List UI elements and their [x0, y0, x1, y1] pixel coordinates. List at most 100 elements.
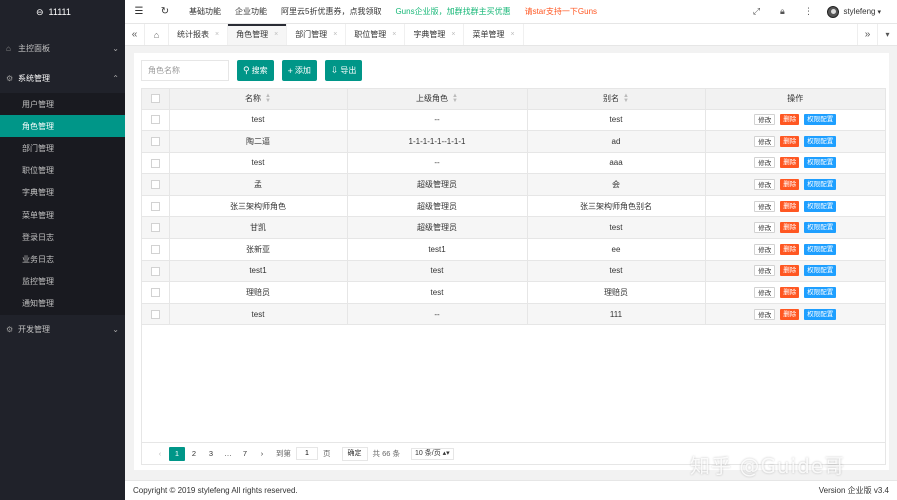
refresh-icon[interactable]: ↻ [155, 6, 175, 17]
table-row[interactable]: test1 test test 修改 删除 权限配置 [142, 260, 885, 283]
sidebar-item-notice[interactable]: 通知管理 [0, 293, 125, 315]
home-tab-icon[interactable]: ⌂ [145, 24, 169, 45]
sort-icon[interactable]: ▲ ▼ [623, 93, 629, 104]
sidebar-item-roles[interactable]: 角色管理 [0, 115, 125, 138]
sidebar-item-menus[interactable]: 菜单管理 [0, 204, 125, 226]
nav-aliyun-coupon[interactable]: 阿里云5折优惠券，点我领取 [281, 6, 381, 17]
page-3[interactable]: 3 [203, 447, 219, 461]
permission-config-button[interactable]: 权限配置 [804, 200, 837, 212]
sort-icon[interactable]: ▲ ▼ [452, 93, 458, 104]
edit-button[interactable]: 修改 [754, 114, 776, 126]
sidebar-item-business-log[interactable]: 业务日志 [0, 248, 125, 270]
table-row[interactable]: test -- test 修改 删除 权限配置 [142, 109, 885, 132]
permission-config-button[interactable]: 权限配置 [804, 114, 837, 126]
delete-button[interactable]: 删除 [780, 114, 800, 126]
table-row[interactable]: 孟超级管理员会修改 删除 权限配置 [142, 173, 885, 196]
sidebar-item-monitor[interactable]: 监控管理 [0, 271, 125, 293]
column-header-name[interactable]: 名称 ▲ ▼ [169, 89, 348, 110]
close-icon[interactable]: × [392, 31, 396, 38]
table-row[interactable]: test -- 111 修改 删除 权限配置 [142, 303, 885, 326]
delete-button[interactable]: 删除 [780, 265, 800, 277]
user-name[interactable]: stylefeng [843, 7, 875, 16]
column-header-alias[interactable]: 别名 ▲ ▼ [527, 89, 706, 110]
permission-config-button[interactable]: 权限配置 [804, 243, 837, 255]
delete-button[interactable]: 删除 [780, 135, 800, 147]
tab-department-management[interactable]: 部门管理 × [287, 24, 347, 45]
tabs-scroll-right-icon[interactable]: » [857, 24, 877, 45]
tab-stats-report[interactable]: 统计报表 × [169, 24, 229, 45]
delete-button[interactable]: 删除 [780, 243, 800, 255]
row-checkbox[interactable] [150, 158, 160, 168]
permission-config-button[interactable]: 权限配置 [804, 157, 837, 169]
row-select-cell[interactable] [142, 281, 170, 304]
caret-down-icon[interactable]: ▾ [877, 8, 881, 16]
goto-page-input[interactable] [296, 447, 318, 460]
sidebar-group-dev[interactable]: ⚙ 开发管理 ⌄ [0, 315, 125, 345]
sidebar-item-positions[interactable]: 职位管理 [0, 160, 125, 182]
permission-config-button[interactable]: 权限配置 [804, 308, 837, 320]
column-header-parent-role[interactable]: 上级角色 ▲ ▼ [347, 89, 528, 110]
tab-position-management[interactable]: 职位管理 × [346, 24, 406, 45]
tab-dictionary-management[interactable]: 字典管理 × [405, 24, 465, 45]
table-row[interactable]: 张新亚 test1 ee 修改 删除 权限配置 [142, 238, 885, 261]
edit-button[interactable]: 修改 [754, 157, 776, 169]
edit-button[interactable]: 修改 [754, 243, 776, 255]
nav-star-guns[interactable]: 请star支持一下Guns [525, 6, 597, 17]
row-checkbox[interactable] [150, 245, 160, 255]
export-button[interactable]: ⇩ 导出 [324, 60, 363, 81]
page-2[interactable]: 2 [186, 447, 202, 461]
sort-icon[interactable]: ▲ ▼ [265, 93, 271, 104]
row-select-cell[interactable] [142, 216, 170, 240]
row-checkbox[interactable] [150, 201, 160, 211]
delete-button[interactable]: 删除 [780, 287, 800, 299]
table-row[interactable]: 理赔员 test 理赔员 修改 删除 权限配置 [142, 281, 885, 304]
select-all-cell[interactable] [142, 89, 170, 110]
row-checkbox[interactable] [150, 115, 160, 125]
row-select-cell[interactable] [142, 260, 170, 283]
row-select-cell[interactable] [142, 195, 170, 218]
prev-page-icon[interactable]: ‹ [152, 447, 168, 461]
edit-button[interactable]: 修改 [754, 179, 776, 191]
close-icon[interactable]: × [510, 31, 514, 38]
edit-button[interactable]: 修改 [754, 135, 776, 147]
row-select-cell[interactable] [142, 130, 170, 153]
lock-icon[interactable]: 🔒︎ [769, 6, 795, 17]
goto-confirm-button[interactable]: 确定 [341, 446, 368, 461]
close-icon[interactable]: × [333, 31, 337, 38]
app-logo[interactable]: ⊖ 11111 [0, 0, 125, 24]
sidebar-item-users[interactable]: 用户管理 [0, 93, 125, 115]
table-row[interactable]: test -- aaa 修改 删除 权限配置 [142, 152, 885, 175]
edit-button[interactable]: 修改 [754, 200, 776, 212]
sidebar-group-system[interactable]: ⚙ 系统管理 ⌃ [0, 63, 125, 93]
sidebar-item-departments[interactable]: 部门管理 [0, 137, 125, 159]
delete-button[interactable]: 删除 [780, 157, 800, 169]
nav-guns-enterprise[interactable]: Guns企业版，加群找群主买优惠 [395, 6, 510, 17]
nav-basic-features[interactable]: 基础功能 [189, 6, 221, 17]
edit-button[interactable]: 修改 [754, 222, 776, 234]
delete-button[interactable]: 删除 [780, 200, 800, 212]
avatar[interactable] [827, 5, 840, 18]
select-all-checkbox[interactable] [150, 94, 160, 104]
menu-toggle-icon[interactable]: ☰ [129, 6, 149, 17]
row-checkbox[interactable] [150, 288, 160, 298]
fullscreen-icon[interactable]: ⤢ [743, 6, 769, 17]
delete-button[interactable]: 删除 [780, 222, 800, 234]
delete-button[interactable]: 删除 [780, 179, 800, 191]
table-row[interactable]: 张三架构师角色 超级管理员 张三架构师角色别名 修改 删除 权限配置 [142, 195, 885, 218]
tabs-menu-icon[interactable]: ▾ [877, 24, 897, 45]
table-row[interactable]: 陶二逼 1-1-1-1-1--1-1-1 ad 修改 删除 权限配置 [142, 130, 885, 153]
permission-config-button[interactable]: 权限配置 [804, 135, 837, 147]
edit-button[interactable]: 修改 [754, 265, 776, 277]
row-select-cell[interactable] [142, 173, 170, 196]
next-page-icon[interactable]: › [254, 447, 270, 461]
tabs-scroll-left-icon[interactable]: « [125, 24, 145, 45]
row-select-cell[interactable] [142, 238, 170, 261]
close-icon[interactable]: × [274, 31, 278, 38]
page-7[interactable]: 7 [237, 447, 253, 461]
permission-config-button[interactable]: 权限配置 [804, 222, 837, 234]
permission-config-button[interactable]: 权限配置 [804, 265, 837, 277]
close-icon[interactable]: × [215, 31, 219, 38]
page-1[interactable]: 1 [169, 446, 185, 461]
row-checkbox[interactable] [150, 137, 160, 147]
search-button[interactable]: ⚲ 搜索 [237, 60, 274, 81]
